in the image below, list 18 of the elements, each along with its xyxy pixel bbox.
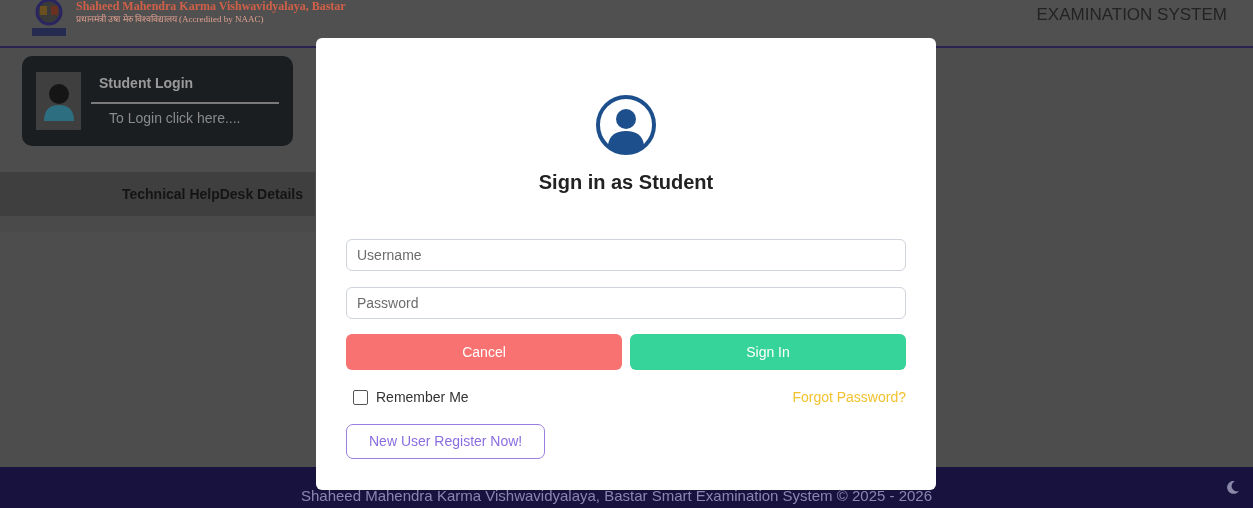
remember-checkbox[interactable] xyxy=(353,390,368,405)
dialog-title: Sign in as Student xyxy=(537,170,715,195)
university-subtitle: प्रधानमंत्री उषा मेरु विश्वविद्यालय (Accredited by NAAC) xyxy=(76,13,265,27)
sign-in-button[interactable]: Sign In xyxy=(630,334,906,370)
cancel-button[interactable]: Cancel xyxy=(346,334,622,370)
moon-icon[interactable] xyxy=(1227,481,1239,494)
university-name: Shaheed Mahendra Karma Vishwavidyalaya, Bastar xyxy=(76,0,346,14)
user-avatar-icon xyxy=(596,95,656,155)
password-field[interactable]: Password xyxy=(346,287,906,319)
register-button[interactable]: New User Register Now! xyxy=(346,424,546,459)
footer-text: Shaheed Mahendra Karma Vishwavidyalaya, Bastar Smart Examination System © 2025 - 2026 xyxy=(300,487,933,505)
username-field[interactable]: Username xyxy=(346,239,906,271)
remember-label: Remember Me xyxy=(376,388,469,407)
student-login-card[interactable]: Student Login To Login click here.... xyxy=(22,56,293,146)
forgot-password-link[interactable]: Forgot Password? xyxy=(792,387,906,408)
card-title: Student Login xyxy=(91,73,279,104)
user-avatar-icon xyxy=(36,72,81,130)
login-link[interactable]: To Login click here.... xyxy=(91,104,279,129)
